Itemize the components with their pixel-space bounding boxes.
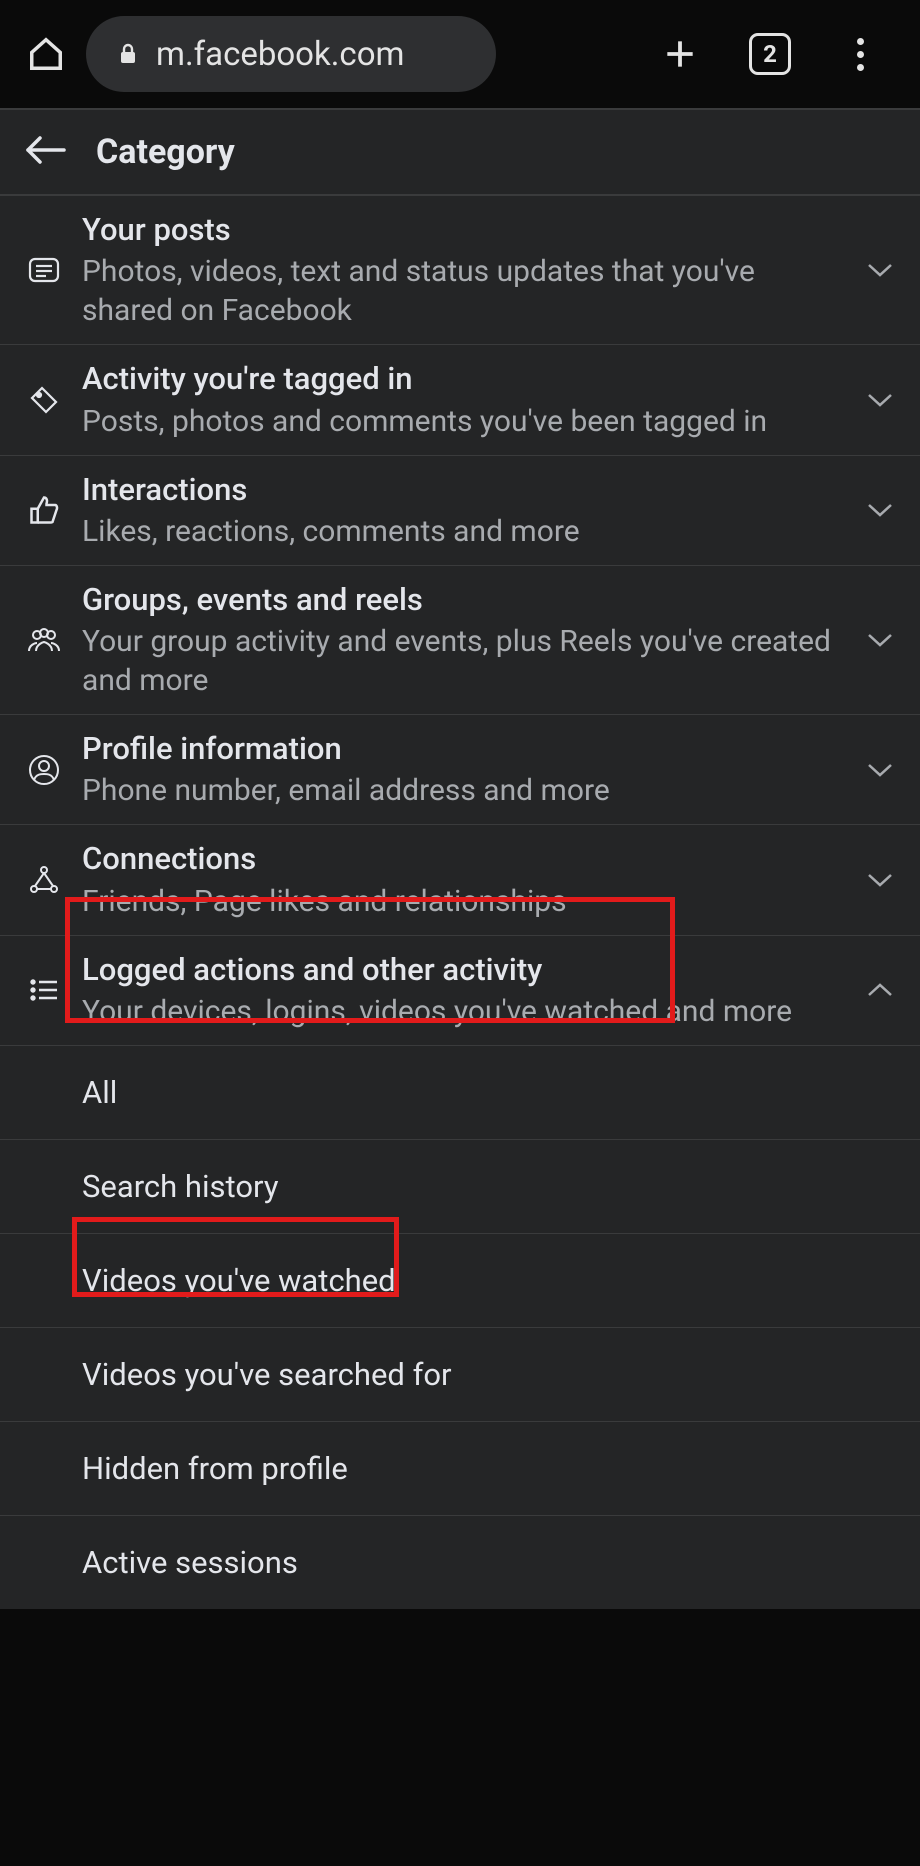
like-icon [20, 495, 68, 525]
category-subtitle: Your devices, logins, videos you've watc… [82, 992, 850, 1031]
subitem-label: Videos you've searched for [82, 1356, 452, 1393]
chevron-down-icon [860, 392, 900, 408]
chevron-down-icon [860, 632, 900, 648]
subitem-videos-watched[interactable]: Videos you've watched [0, 1234, 920, 1328]
category-subtitle: Likes, reactions, comments and more [82, 512, 850, 551]
category-title: Logged actions and other activity [82, 950, 850, 990]
subitem-label: Search history [82, 1168, 279, 1205]
new-tab-button[interactable] [658, 32, 702, 76]
subitem-label: All [82, 1074, 117, 1111]
category-subtitle: Photos, videos, text and status updates … [82, 252, 850, 330]
address-bar[interactable]: m.facebook.com [86, 16, 496, 92]
category-title: Connections [82, 839, 850, 879]
category-subtitle: Friends, Page likes and relationships [82, 882, 850, 921]
back-button[interactable] [24, 134, 68, 170]
browser-toolbar: m.facebook.com 2 [0, 0, 920, 108]
category-list: Your posts Photos, videos, text and stat… [0, 196, 920, 1609]
tabs-count-badge: 2 [749, 33, 791, 75]
profile-icon [20, 754, 68, 786]
kebab-icon [857, 38, 864, 71]
lock-icon [116, 40, 140, 68]
category-connections[interactable]: Connections Friends, Page likes and rela… [0, 825, 920, 935]
category-title: Your posts [82, 210, 850, 250]
chevron-down-icon [860, 502, 900, 518]
page-header: Category [0, 110, 920, 196]
category-logged-actions[interactable]: Logged actions and other activity Your d… [0, 936, 920, 1046]
category-subtitle: Your group activity and events, plus Ree… [82, 622, 850, 700]
connections-icon [20, 865, 68, 895]
category-title: Interactions [82, 470, 850, 510]
chevron-down-icon [860, 872, 900, 888]
page-title: Category [96, 132, 235, 172]
chevron-down-icon [860, 762, 900, 778]
category-groups-events-reels[interactable]: Groups, events and reels Your group acti… [0, 566, 920, 715]
subitem-label: Hidden from profile [82, 1450, 348, 1487]
menu-button[interactable] [838, 32, 882, 76]
subitem-label: Videos you've watched [82, 1262, 396, 1299]
home-button[interactable] [24, 32, 68, 76]
subitem-search-history[interactable]: Search history [0, 1140, 920, 1234]
category-subtitle: Posts, photos and comments you've been t… [82, 402, 850, 441]
subitem-all[interactable]: All [0, 1046, 920, 1140]
category-your-posts[interactable]: Your posts Photos, videos, text and stat… [0, 196, 920, 345]
subitem-videos-searched[interactable]: Videos you've searched for [0, 1328, 920, 1422]
category-interactions[interactable]: Interactions Likes, reactions, comments … [0, 456, 920, 566]
url-text: m.facebook.com [156, 35, 404, 74]
tag-icon [20, 385, 68, 415]
category-title: Profile information [82, 729, 850, 769]
tabs-button[interactable]: 2 [748, 32, 792, 76]
posts-icon [20, 257, 68, 283]
plus-icon [661, 35, 699, 73]
subitem-active-sessions[interactable]: Active sessions [0, 1516, 920, 1609]
chevron-down-icon [860, 262, 900, 278]
category-title: Activity you're tagged in [82, 359, 850, 399]
home-icon [27, 35, 65, 73]
list-icon [20, 978, 68, 1002]
category-title: Groups, events and reels [82, 580, 850, 620]
groups-icon [20, 627, 68, 653]
category-tagged-activity[interactable]: Activity you're tagged in Posts, photos … [0, 345, 920, 455]
subitem-label: Active sessions [82, 1544, 298, 1581]
arrow-left-icon [24, 134, 68, 166]
subitem-hidden-from-profile[interactable]: Hidden from profile [0, 1422, 920, 1516]
category-profile-information[interactable]: Profile information Phone number, email … [0, 715, 920, 825]
chevron-up-icon [860, 982, 900, 998]
category-subtitle: Phone number, email address and more [82, 771, 850, 810]
